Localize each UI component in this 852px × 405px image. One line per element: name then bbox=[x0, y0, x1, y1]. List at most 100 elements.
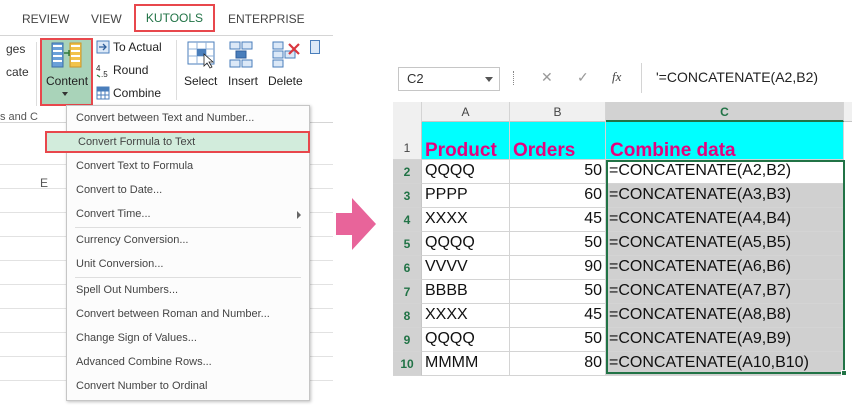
menu-item-convert-text-number[interactable]: Convert between Text and Number... bbox=[67, 107, 309, 129]
header-cell-product[interactable]: Product bbox=[422, 122, 510, 160]
insert-button[interactable]: Insert bbox=[225, 38, 261, 96]
cell-value: =CONCATENATE(A4,B4) bbox=[609, 210, 792, 227]
menu-item-change-sign[interactable]: Change Sign of Values... bbox=[67, 327, 309, 349]
cell-value: 80 bbox=[584, 354, 602, 371]
select-label: Select bbox=[184, 74, 218, 88]
group-label: s and C bbox=[0, 111, 38, 123]
cell-orders[interactable]: 90 bbox=[510, 256, 606, 280]
cell-value: XXXX bbox=[425, 210, 468, 227]
menu-separator bbox=[75, 277, 301, 278]
to-actual-button[interactable]: To Actual bbox=[96, 39, 176, 57]
formula-input[interactable]: '=CONCATENATE(A2,B2) bbox=[656, 69, 818, 85]
content-button[interactable]: Content bbox=[40, 38, 93, 106]
insert-icon bbox=[229, 41, 253, 68]
combine-icon bbox=[96, 86, 110, 100]
row-header[interactable]: 9 bbox=[393, 328, 422, 352]
header-cell-combine-data[interactable]: Combine data bbox=[606, 122, 844, 160]
row-header[interactable]: 8 bbox=[393, 304, 422, 328]
cell-product[interactable]: BBBB bbox=[422, 280, 510, 304]
cell-product[interactable]: QQQQ bbox=[422, 328, 510, 352]
check-icon[interactable]: ✓ bbox=[577, 69, 589, 86]
cell-combine-data[interactable]: =CONCATENATE(A6,B6) bbox=[606, 256, 844, 280]
menu-item-currency-conversion[interactable]: Currency Conversion... bbox=[67, 229, 309, 251]
row-header[interactable]: 2 bbox=[393, 160, 422, 184]
cell-combine-data[interactable]: =CONCATENATE(A8,B8) bbox=[606, 304, 844, 328]
combine-label: Combine bbox=[113, 86, 162, 100]
content-dropdown-menu: Convert between Text and Number... Conve… bbox=[45, 105, 310, 401]
menu-item-convert-formula-to-text[interactable]: Convert Formula to Text bbox=[45, 131, 310, 153]
tab-enterprise[interactable]: ENTERPRISE bbox=[228, 12, 305, 26]
menu-item-number-to-ordinal[interactable]: Convert Number to Ordinal bbox=[67, 375, 309, 397]
row-header[interactable]: 5 bbox=[393, 232, 422, 256]
svg-text:.5: .5 bbox=[101, 70, 108, 78]
menu-item-label: Convert Text to Formula bbox=[76, 160, 194, 172]
insert-function-icon[interactable]: fx bbox=[612, 69, 621, 85]
tab-view[interactable]: VIEW bbox=[91, 12, 122, 26]
menu-item-unit-conversion[interactable]: Unit Conversion... bbox=[67, 253, 309, 275]
cell-product[interactable]: MMMM bbox=[422, 352, 510, 376]
cell-combine-data[interactable]: =CONCATENATE(A10,B10) bbox=[606, 352, 844, 376]
header-cell-orders[interactable]: Orders bbox=[510, 122, 606, 160]
row-header[interactable]: 7 bbox=[393, 280, 422, 304]
round-button[interactable]: 4 .5 Round bbox=[96, 62, 176, 80]
formula-bar-grip bbox=[513, 71, 516, 85]
select-button[interactable]: Select bbox=[181, 38, 223, 96]
partial-label: ges bbox=[6, 42, 26, 56]
delete-button[interactable]: Delete bbox=[266, 38, 306, 96]
tab-kutools[interactable]: KUTOOLS bbox=[134, 4, 215, 32]
cell-orders[interactable]: 50 bbox=[510, 328, 606, 352]
formula-bar-divider bbox=[641, 63, 642, 93]
column-header-a[interactable]: A bbox=[422, 102, 510, 122]
row-header-1[interactable]: 1 bbox=[393, 122, 422, 160]
select-all-corner[interactable] bbox=[393, 102, 422, 122]
cell-value: QQQQ bbox=[425, 162, 475, 179]
cell-orders[interactable]: 50 bbox=[510, 232, 606, 256]
cell-product[interactable]: QQQQ bbox=[422, 160, 510, 184]
cell-product[interactable]: VVVV bbox=[422, 256, 510, 280]
cell-value: VVVV bbox=[425, 258, 468, 275]
menu-item-label: Unit Conversion... bbox=[76, 258, 164, 270]
cell-value: QQQQ bbox=[425, 234, 475, 251]
cell-orders[interactable]: 45 bbox=[510, 304, 606, 328]
menu-item-advanced-combine-rows[interactable]: Advanced Combine Rows... bbox=[67, 351, 309, 373]
menu-item-convert-time[interactable]: Convert Time... bbox=[67, 203, 309, 225]
cell-product[interactable]: QQQQ bbox=[422, 232, 510, 256]
cell-value: =CONCATENATE(A6,B6) bbox=[609, 258, 792, 275]
cell-combine-data[interactable]: =CONCATENATE(A2,B2) bbox=[606, 160, 844, 184]
cell-combine-data[interactable]: =CONCATENATE(A7,B7) bbox=[606, 280, 844, 304]
cell-combine-data[interactable]: =CONCATENATE(A9,B9) bbox=[606, 328, 844, 352]
row-header[interactable]: 6 bbox=[393, 256, 422, 280]
cell-combine-data[interactable]: =CONCATENATE(A5,B5) bbox=[606, 232, 844, 256]
worksheet-grid: 1 Product Orders Combine data 2 QQQQ 50 =CO… bbox=[393, 122, 852, 405]
cell-product[interactable]: XXXX bbox=[422, 208, 510, 232]
column-header-c[interactable]: C bbox=[606, 102, 844, 122]
cell-orders[interactable]: 50 bbox=[510, 160, 606, 184]
menu-item-convert-text-to-formula[interactable]: Convert Text to Formula bbox=[67, 155, 309, 177]
cell-product[interactable]: PPPP bbox=[422, 184, 510, 208]
menu-item-spell-out-numbers[interactable]: Spell Out Numbers... bbox=[67, 279, 309, 301]
to-actual-icon bbox=[96, 40, 110, 54]
row-header[interactable]: 10 bbox=[393, 352, 422, 376]
ribbon-tab-bar: REVIEW VIEW KUTOOLS ENTERPRISE bbox=[0, 0, 333, 36]
row-header[interactable]: 3 bbox=[393, 184, 422, 208]
cell-orders[interactable]: 50 bbox=[510, 280, 606, 304]
cell-orders[interactable]: 80 bbox=[510, 352, 606, 376]
tab-review[interactable]: REVIEW bbox=[22, 12, 69, 26]
partial-icon bbox=[310, 40, 320, 54]
cell-value: =CONCATENATE(A8,B8) bbox=[609, 306, 792, 323]
cell-orders[interactable]: 60 bbox=[510, 184, 606, 208]
cell-orders[interactable]: 45 bbox=[510, 208, 606, 232]
fill-handle[interactable] bbox=[841, 370, 847, 376]
menu-item-label: Currency Conversion... bbox=[76, 234, 189, 246]
cancel-icon[interactable]: ✕ bbox=[541, 69, 553, 86]
row-header[interactable]: 4 bbox=[393, 208, 422, 232]
menu-item-convert-to-date[interactable]: Convert to Date... bbox=[67, 179, 309, 201]
cell-combine-data[interactable]: =CONCATENATE(A3,B3) bbox=[606, 184, 844, 208]
cell-product[interactable]: XXXX bbox=[422, 304, 510, 328]
name-box[interactable]: C2 bbox=[398, 67, 500, 91]
menu-item-roman-number[interactable]: Convert between Roman and Number... bbox=[67, 303, 309, 325]
column-header-b[interactable]: B bbox=[510, 102, 606, 122]
combine-button[interactable]: Combine bbox=[96, 85, 176, 103]
column-headers: A B C bbox=[393, 102, 852, 122]
cell-combine-data[interactable]: =CONCATENATE(A4,B4) bbox=[606, 208, 844, 232]
